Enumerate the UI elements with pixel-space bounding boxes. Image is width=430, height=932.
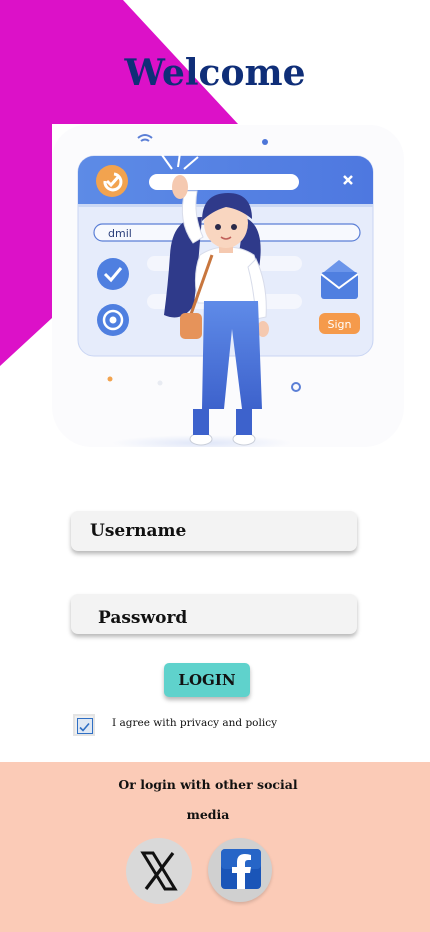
agree-label: I agree with privacy and policy (112, 717, 278, 729)
agree-checkbox[interactable] (73, 714, 95, 736)
facebook-icon (221, 849, 261, 889)
x-login-button[interactable] (126, 838, 192, 904)
login-button[interactable]: LOGIN (164, 663, 250, 697)
target-icon (97, 304, 129, 336)
checkmark-icon (79, 722, 90, 732)
checkbox-inner (77, 718, 93, 734)
check-circle-icon (97, 258, 129, 290)
hero-illustration: dmil Sign (52, 125, 404, 447)
password-input[interactable] (71, 594, 357, 634)
facebook-login-button[interactable] (208, 838, 272, 902)
agree-row: I agree with privacy and policy (72, 713, 372, 739)
social-login-text: Or login with other social media (118, 777, 298, 822)
wifi-icon (137, 134, 153, 142)
x-logo-icon (140, 851, 178, 891)
illustration-email-text: dmil (108, 227, 132, 240)
svg-text:Sign: Sign (328, 318, 352, 331)
illustration-sign-button: Sign (319, 313, 360, 334)
orange-check-badge-icon (96, 165, 128, 197)
page-title: Welcome (124, 52, 306, 94)
username-input[interactable] (71, 511, 357, 551)
